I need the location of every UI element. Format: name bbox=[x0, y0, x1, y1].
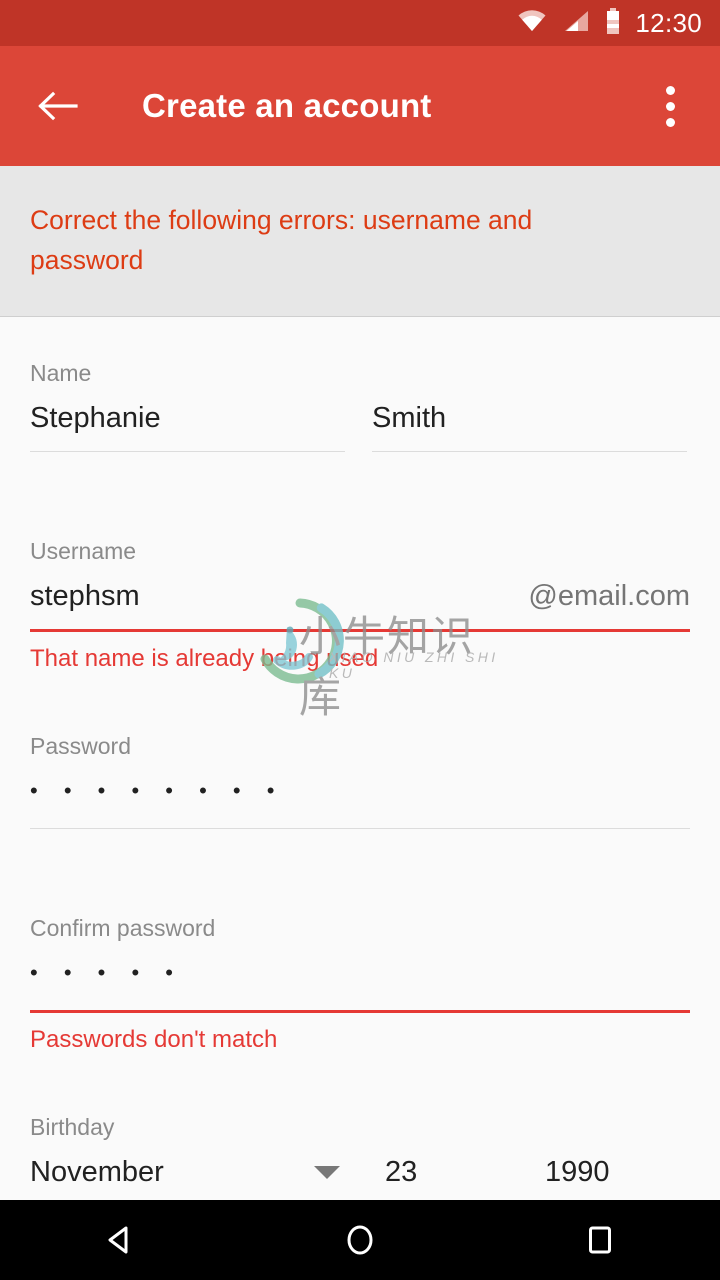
form-scroll-area[interactable]: Name Stephanie Smith Username stephsm @e… bbox=[0, 326, 720, 1200]
password-input[interactable]: • • • • • • • • bbox=[30, 772, 690, 829]
first-name-value: Stephanie bbox=[30, 402, 161, 434]
birthday-gap bbox=[512, 1153, 545, 1200]
birthday-field-group: Birthday November 23 1990 bbox=[30, 1114, 690, 1200]
password-field-group: Password • • • • • • • • bbox=[30, 733, 690, 829]
battery-icon bbox=[605, 7, 621, 39]
name-row: Stephanie Smith bbox=[30, 399, 690, 452]
username-value: stephsm bbox=[30, 580, 140, 612]
birthday-day-value: 23 bbox=[385, 1156, 418, 1188]
last-name-input[interactable]: Smith bbox=[372, 399, 687, 452]
name-field-group: Name Stephanie Smith bbox=[30, 360, 690, 452]
username-input[interactable]: stephsm @email.com bbox=[30, 577, 690, 632]
signal-icon bbox=[562, 9, 590, 38]
overflow-menu-icon[interactable] bbox=[642, 78, 698, 134]
phone-screen: 12:30 Create an account Correct the foll… bbox=[0, 0, 720, 1280]
back-button[interactable] bbox=[30, 78, 86, 134]
confirm-password-input[interactable]: • • • • • bbox=[30, 954, 690, 1013]
username-error-message: That name is already being used bbox=[30, 645, 379, 672]
confirm-password-value: • • • • • bbox=[30, 960, 183, 985]
page-title: Create an account bbox=[142, 87, 432, 124]
status-icons bbox=[517, 7, 621, 39]
status-time: 12:30 bbox=[635, 7, 702, 38]
last-name-value: Smith bbox=[372, 402, 447, 434]
confirm-password-label: Confirm password bbox=[30, 915, 216, 941]
birthday-row: November 23 1990 bbox=[30, 1153, 690, 1200]
wifi-icon bbox=[517, 9, 547, 38]
arrow-left-icon bbox=[38, 91, 78, 121]
first-name-input[interactable]: Stephanie bbox=[30, 399, 345, 452]
birthday-month-value: November bbox=[30, 1156, 164, 1188]
birthday-day-input[interactable]: 23 bbox=[385, 1153, 512, 1200]
confirm-password-field-group: Confirm password • • • • • Passwords don… bbox=[30, 915, 690, 1054]
name-label: Name bbox=[30, 360, 92, 386]
birthday-label: Birthday bbox=[30, 1114, 115, 1140]
android-nav-bar bbox=[0, 1200, 720, 1280]
password-value: • • • • • • • • bbox=[30, 778, 285, 803]
username-field-group: Username stephsm @email.com That name is… bbox=[30, 538, 690, 673]
error-banner-text: Correct the following errors: username a… bbox=[30, 205, 533, 275]
username-domain-suffix: @email.com bbox=[528, 580, 690, 612]
home-circle-icon bbox=[347, 1225, 373, 1255]
birthday-year-value: 1990 bbox=[545, 1156, 610, 1188]
chevron-down-icon bbox=[314, 1165, 340, 1179]
name-gap bbox=[345, 399, 372, 452]
nav-recents-button[interactable] bbox=[555, 1200, 645, 1280]
back-triangle-icon bbox=[108, 1226, 128, 1254]
confirm-password-error-message: Passwords don't match bbox=[30, 1026, 278, 1053]
birthday-year-input[interactable]: 1990 bbox=[545, 1153, 690, 1200]
signup-form: Name Stephanie Smith Username stephsm @e… bbox=[0, 360, 720, 1200]
app-bar: Create an account bbox=[0, 46, 720, 166]
username-label: Username bbox=[30, 538, 137, 564]
error-banner: Correct the following errors: username a… bbox=[0, 166, 720, 317]
birthday-gap bbox=[352, 1153, 385, 1200]
status-bar: 12:30 bbox=[0, 0, 720, 46]
birthday-month-select[interactable]: November bbox=[30, 1153, 352, 1200]
nav-home-button[interactable] bbox=[315, 1200, 405, 1280]
password-label: Password bbox=[30, 733, 131, 759]
recents-square-icon bbox=[589, 1226, 611, 1254]
nav-back-button[interactable] bbox=[75, 1200, 165, 1280]
